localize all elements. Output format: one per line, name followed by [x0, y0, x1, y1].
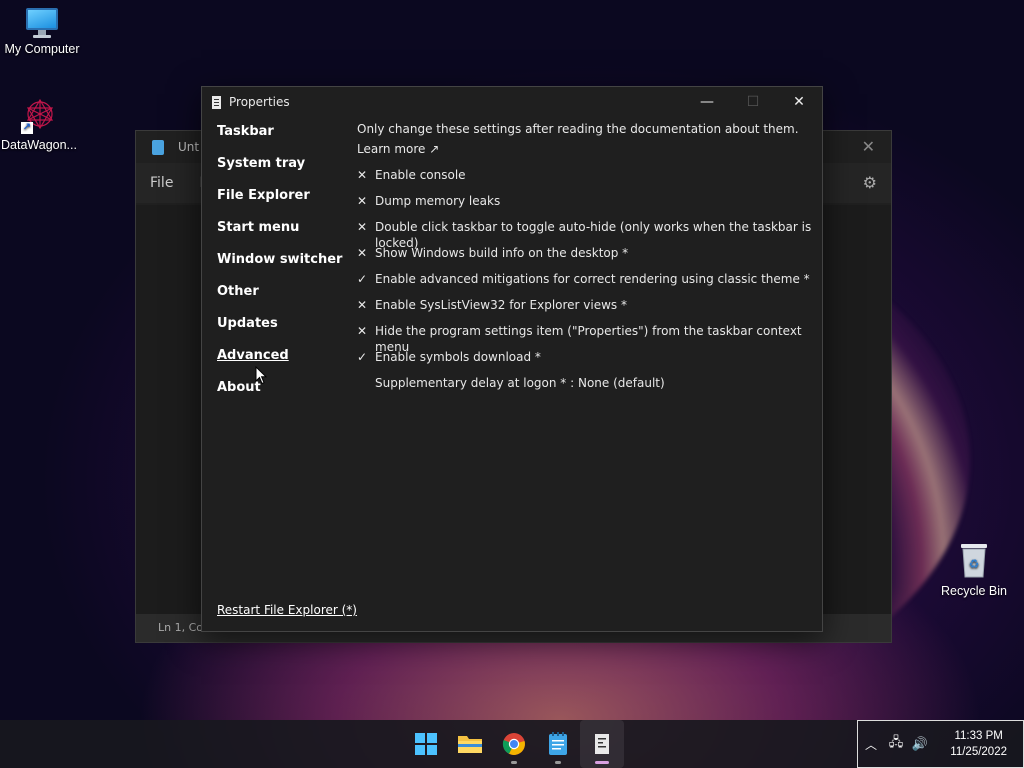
properties-window[interactable]: Properties — ☐ ✕ Taskbar System tray Fil… — [201, 86, 823, 632]
option-syslistview32[interactable]: ✕ Enable SysListView32 for Explorer view… — [357, 297, 817, 323]
desktop-icon-recycle-bin[interactable]: ♻ Recycle Bin — [932, 542, 1016, 598]
option-enable-console[interactable]: ✕ Enable console — [357, 167, 817, 193]
system-tray: ︿ 🖧 🔊 11:33 PM 11/25/2022 — [857, 720, 1024, 768]
option-label: Enable console — [375, 168, 466, 182]
window-title: Properties — [229, 95, 290, 109]
nav-item-advanced[interactable]: Advanced — [217, 345, 347, 377]
start-icon — [415, 733, 437, 755]
notepad-icon — [549, 732, 567, 755]
desktop-icon-label: My Computer — [4, 42, 80, 56]
option-label: Show Windows build info on the desktop * — [375, 246, 629, 260]
settings-nav: Taskbar System tray File Explorer Start … — [217, 121, 347, 409]
desktop-icon-label: Recycle Bin — [941, 584, 1007, 598]
option-label: Dump memory leaks — [375, 194, 501, 208]
nav-item-file-explorer[interactable]: File Explorer — [217, 185, 347, 217]
cross-icon: ✕ — [357, 194, 368, 208]
close-button[interactable]: ✕ — [776, 87, 822, 117]
maximize-button[interactable]: ☐ — [730, 87, 776, 117]
advanced-settings-panel: Only change these settings after reading… — [357, 121, 817, 401]
check-icon: ✓ — [357, 272, 368, 286]
nav-item-other[interactable]: Other — [217, 281, 347, 313]
cross-icon: ✕ — [357, 168, 368, 182]
option-label: Enable SysListView32 for Explorer views … — [375, 298, 627, 312]
cross-icon: ✕ — [357, 324, 368, 338]
properties-icon — [595, 734, 609, 754]
file-explorer-icon — [458, 736, 482, 753]
restart-file-explorer-link[interactable]: Restart File Explorer (*) — [217, 603, 357, 617]
notepad-title: Unt — [178, 140, 200, 154]
option-label: Enable advanced mitigations for correct … — [375, 272, 810, 286]
network-icon[interactable]: 🖧 — [884, 733, 908, 755]
svg-text:♻: ♻ — [969, 557, 980, 571]
warning-note: Only change these settings after reading… — [357, 122, 799, 136]
clock-time: 11:33 PM — [954, 730, 1003, 742]
nav-item-about[interactable]: About — [217, 377, 347, 409]
running-indicator — [555, 761, 561, 764]
cross-icon: ✕ — [357, 220, 368, 234]
taskbar-properties[interactable] — [580, 720, 624, 768]
nav-item-window-switcher[interactable]: Window switcher — [217, 249, 347, 281]
notepad-icon — [152, 139, 164, 155]
option-hide-properties-item[interactable]: ✕ Hide the program settings item ("Prope… — [357, 323, 817, 354]
properties-app-icon — [212, 95, 221, 109]
window-controls: — ☐ ✕ — [684, 87, 822, 117]
close-icon[interactable]: ✕ — [862, 137, 875, 156]
mouse-cursor-icon — [255, 366, 267, 385]
start-button[interactable] — [404, 720, 448, 768]
active-indicator — [595, 761, 609, 764]
menu-file[interactable]: File — [150, 175, 173, 191]
option-double-click-auto-hide[interactable]: ✕ Double click taskbar to toggle auto-hi… — [357, 219, 817, 250]
desktop-icon-my-computer[interactable]: My Computer — [0, 8, 84, 56]
chrome-icon — [502, 733, 525, 755]
taskbar-notepad[interactable] — [536, 720, 580, 768]
cross-icon: ✕ — [357, 246, 368, 260]
desktop-icon-label: DataWagon... — [1, 138, 77, 152]
nav-item-updates[interactable]: Updates — [217, 313, 347, 345]
cross-icon: ✕ — [357, 298, 368, 312]
taskbar-apps — [404, 720, 624, 768]
clock[interactable]: 11:33 PM 11/25/2022 — [950, 728, 1023, 760]
volume-icon[interactable]: 🔊 — [908, 737, 932, 752]
running-indicator — [511, 761, 517, 764]
taskbar-chrome[interactable] — [492, 720, 536, 768]
monitor-icon — [24, 8, 60, 38]
gear-icon[interactable]: ⚙ — [863, 173, 877, 192]
taskbar-file-explorer[interactable] — [448, 720, 492, 768]
learn-more-link[interactable]: Learn more ↗ — [357, 141, 817, 167]
nav-item-taskbar[interactable]: Taskbar — [217, 121, 347, 153]
nav-item-start-menu[interactable]: Start menu — [217, 217, 347, 249]
shortcut-arrow-icon: ↗ — [21, 122, 33, 134]
option-logon-delay[interactable]: Supplementary delay at logon * : None (d… — [357, 375, 817, 401]
cursor-position: Ln 1, Col — [158, 621, 207, 634]
minimize-button[interactable]: — — [684, 87, 730, 117]
datawagon-logo-icon: ↗ — [21, 96, 57, 134]
option-advanced-mitigations[interactable]: ✓ Enable advanced mitigations for correc… — [357, 271, 817, 297]
desktop-icon-datawagon[interactable]: ↗ DataWagon... — [0, 96, 81, 152]
check-icon: ✓ — [357, 350, 368, 364]
taskbar: ︿ 🖧 🔊 11:33 PM 11/25/2022 — [0, 720, 1024, 768]
recycle-bin-icon: ♻ — [957, 542, 991, 580]
option-label: Enable symbols download * — [375, 350, 541, 364]
option-dump-memory-leaks[interactable]: ✕ Dump memory leaks — [357, 193, 817, 219]
chevron-up-icon[interactable]: ︿ — [858, 736, 884, 753]
clock-date: 11/25/2022 — [950, 746, 1007, 758]
nav-item-system-tray[interactable]: System tray — [217, 153, 347, 185]
